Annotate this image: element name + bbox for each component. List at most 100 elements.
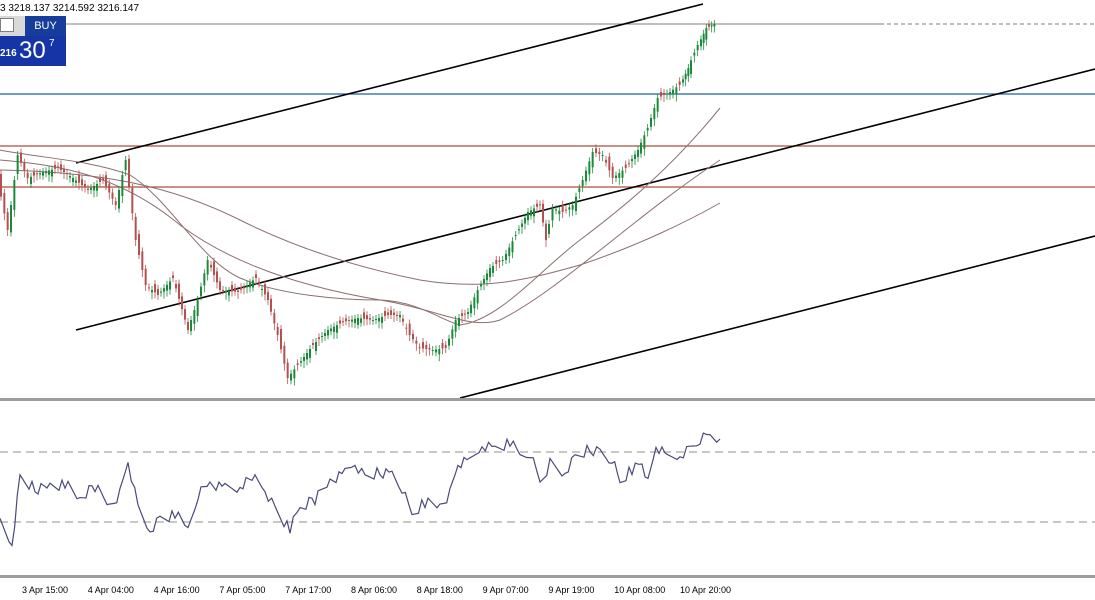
time-tick-label: 8 Apr 06:00 xyxy=(351,585,398,595)
candle-body xyxy=(696,45,699,51)
candle-body xyxy=(408,323,411,335)
lot-size-field[interactable] xyxy=(0,18,14,32)
candle-body xyxy=(354,318,356,324)
candle-body xyxy=(611,166,614,178)
candle-body xyxy=(527,212,529,221)
candle-body xyxy=(178,283,180,299)
chart-window[interactable]: 3 3218.137 3214.592 3216.147 BUY 216 30 … xyxy=(0,0,1095,600)
time-tick-label: 8 Apr 18:00 xyxy=(416,585,463,595)
candle-body xyxy=(157,288,159,295)
candle-body xyxy=(169,281,171,290)
time-tick-label: 10 Apr 08:00 xyxy=(614,585,666,595)
candle-body xyxy=(252,280,254,288)
candle-body xyxy=(396,315,398,316)
candle-body xyxy=(193,310,196,324)
candle-body xyxy=(360,318,362,323)
candle-body xyxy=(114,201,117,205)
candle-body xyxy=(151,290,153,293)
candle-body xyxy=(405,327,408,329)
candle-body xyxy=(660,92,662,97)
candle-body xyxy=(333,326,335,332)
candle-body xyxy=(690,60,692,74)
time-tick-label: 10 Apr 20:00 xyxy=(680,585,732,595)
candle-body xyxy=(81,179,83,186)
candle-body xyxy=(539,204,541,206)
candle-body xyxy=(327,330,329,336)
candle-body xyxy=(473,297,476,309)
candle-body xyxy=(628,163,630,165)
candle-body xyxy=(663,92,665,95)
candle-body xyxy=(222,290,224,291)
candle-body xyxy=(273,312,276,324)
candle-body xyxy=(23,162,26,171)
price-chart[interactable]: 3 3218.137 3214.592 3216.147 xyxy=(0,0,1095,398)
candle-body xyxy=(72,178,74,182)
candle-body xyxy=(675,87,678,95)
candle-body xyxy=(521,223,523,227)
candle-body xyxy=(524,217,526,224)
candle-body xyxy=(300,361,302,363)
candle-body xyxy=(45,171,47,174)
candle-body xyxy=(514,235,517,236)
candle-body xyxy=(464,313,466,315)
candle-body xyxy=(451,329,454,339)
candle-body xyxy=(467,312,469,314)
buy-price-box[interactable]: 216 30 7 xyxy=(0,36,66,66)
time-axis-separator xyxy=(0,575,1095,578)
candle-body xyxy=(565,209,567,211)
candle-body xyxy=(309,349,311,358)
candle-body xyxy=(63,168,65,172)
candle-body xyxy=(200,286,202,297)
candle-body xyxy=(206,260,209,275)
candle-body xyxy=(303,357,305,361)
candle-body xyxy=(363,312,365,319)
candle-body xyxy=(402,318,404,322)
candle-body xyxy=(261,289,263,290)
candle-body xyxy=(264,284,266,295)
buy-button[interactable]: BUY xyxy=(25,16,66,36)
candle-body xyxy=(163,288,165,292)
candle-body xyxy=(615,175,617,178)
candle-body xyxy=(243,287,245,289)
candle-body xyxy=(219,281,221,290)
candles-group xyxy=(0,20,716,386)
candle-body xyxy=(545,223,547,240)
candle-body xyxy=(78,174,80,183)
candle-body xyxy=(172,275,174,278)
candle-body xyxy=(51,169,53,177)
time-tick-label: 4 Apr 16:00 xyxy=(153,585,200,595)
candle-body xyxy=(0,174,2,197)
candle-body xyxy=(418,347,421,349)
candle-body xyxy=(128,158,130,187)
one-click-trading-panel[interactable]: BUY 216 30 7 xyxy=(0,16,66,66)
trade-panel-top: BUY xyxy=(0,16,66,37)
candle-body xyxy=(99,178,101,182)
candle-body xyxy=(713,24,716,27)
candle-body xyxy=(705,28,708,40)
candle-body xyxy=(393,312,395,315)
channel-upper-line[interactable] xyxy=(75,3,704,164)
candle-body xyxy=(330,328,332,332)
time-tick-label: 9 Apr 07:00 xyxy=(482,585,529,595)
candle-body xyxy=(454,320,457,332)
candle-body xyxy=(666,93,668,95)
candle-body xyxy=(700,39,702,47)
candle-body xyxy=(154,284,156,293)
moving-average-fast xyxy=(0,107,721,326)
candle-body xyxy=(369,318,371,320)
candle-body xyxy=(387,312,389,315)
candle-body xyxy=(48,170,50,175)
candle-body xyxy=(581,180,584,186)
candle-body xyxy=(240,287,242,290)
candle-body xyxy=(118,190,120,209)
candle-body xyxy=(428,347,431,350)
candle-body xyxy=(640,142,642,154)
pane-separator[interactable] xyxy=(0,398,1095,401)
candle-body xyxy=(87,188,89,190)
candle-body xyxy=(435,349,437,353)
time-tick-label: 7 Apr 05:00 xyxy=(219,585,266,595)
candle-body xyxy=(321,336,323,337)
rsi-indicator-pane[interactable] xyxy=(0,404,1095,574)
candle-body xyxy=(231,285,233,292)
candle-body xyxy=(621,170,624,178)
